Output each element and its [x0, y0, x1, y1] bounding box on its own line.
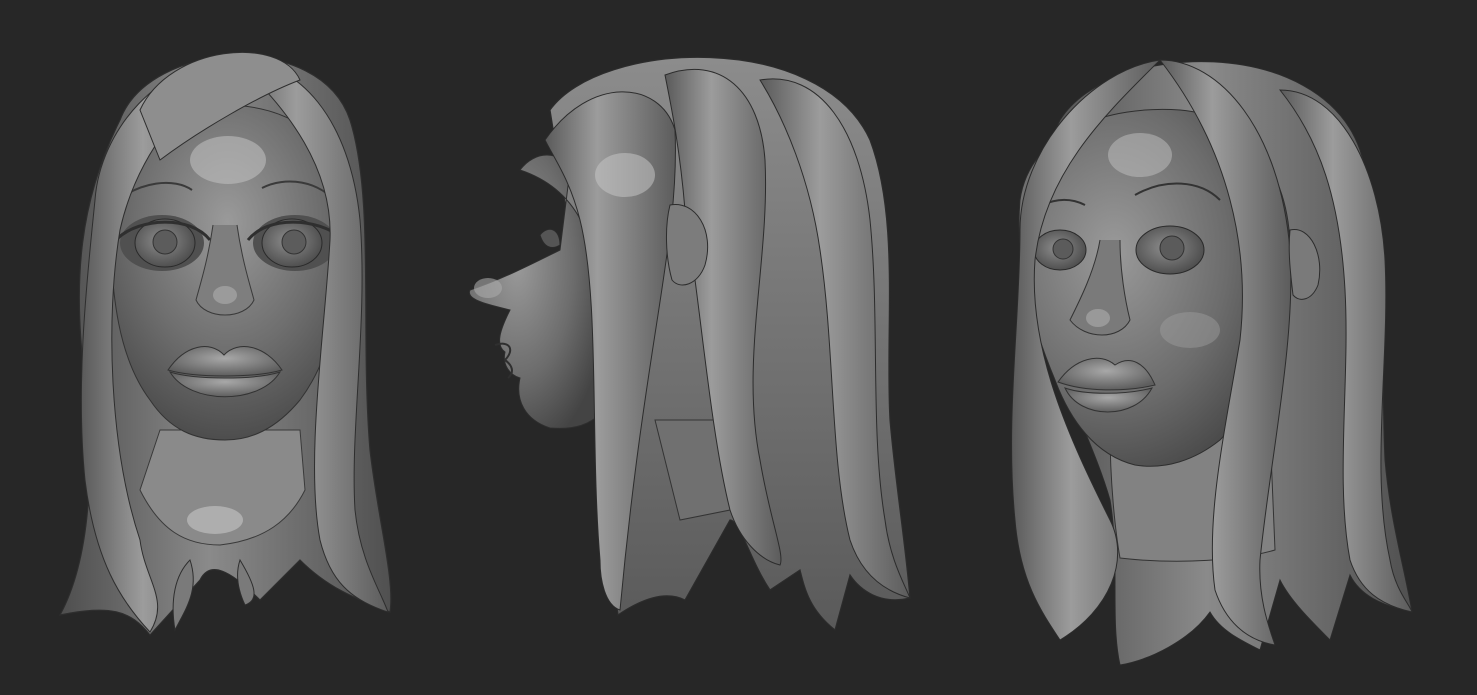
right-iris [281, 229, 307, 255]
left-iris [1052, 238, 1074, 260]
right-iris [1159, 235, 1185, 261]
front-view-sculpt [58, 52, 392, 636]
nose-highlight [1086, 309, 1110, 327]
forehead-highlight [1108, 133, 1172, 177]
nose-highlight [474, 278, 502, 298]
profile-view-sculpt [468, 56, 911, 632]
sculpt-viewport [0, 0, 1477, 695]
cheek-highlight [1160, 312, 1220, 348]
profile-eye [539, 228, 561, 248]
front-view-head [0, 0, 460, 695]
three-quarter-view-head [960, 0, 1477, 695]
profile-view-head [440, 0, 960, 695]
hair-sheen [595, 153, 655, 197]
forehead-highlight [190, 136, 266, 184]
neck-highlight [187, 506, 243, 534]
left-iris [152, 229, 178, 255]
nose-tip-highlight [213, 286, 237, 304]
three-quarter-view-sculpt [1011, 59, 1413, 666]
